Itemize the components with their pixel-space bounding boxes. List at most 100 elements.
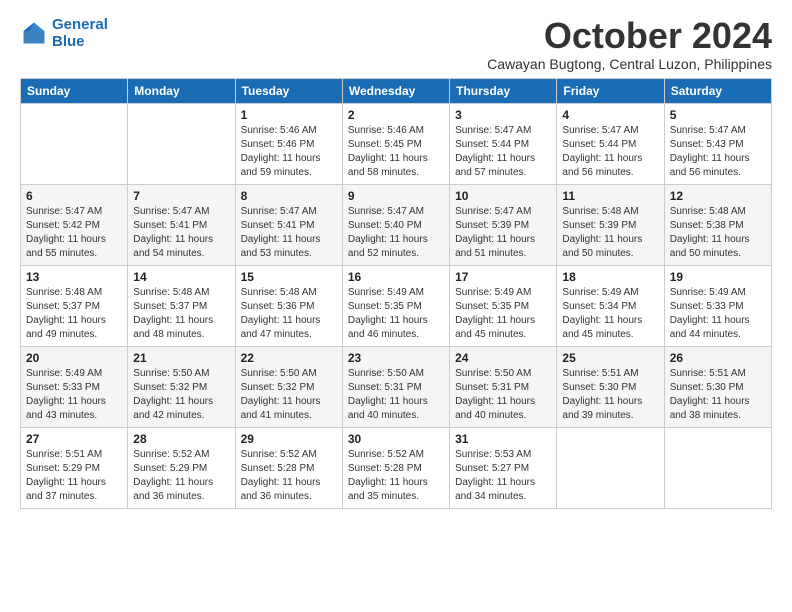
table-row: 19 Sunrise: 5:49 AM Sunset: 5:33 PM Dayli…: [664, 265, 771, 346]
calendar-week-row: 13 Sunrise: 5:48 AM Sunset: 5:37 PM Dayli…: [21, 265, 772, 346]
day-number: 30: [348, 432, 444, 446]
subtitle: Cawayan Bugtong, Central Luzon, Philippi…: [487, 56, 772, 72]
day-info: Sunrise: 5:47 AM Sunset: 5:44 PM Dayligh…: [562, 124, 658, 180]
day-number: 31: [455, 432, 551, 446]
table-row: 1Sunrise: 5:46 AM Sunset: 5:46 PM Daylig…: [235, 103, 342, 184]
table-row: 4 Sunrise: 5:47 AM Sunset: 5:44 PM Daylig…: [557, 103, 664, 184]
day-number: 21: [133, 351, 229, 365]
logo: General Blue: [20, 16, 108, 51]
col-friday: Friday: [557, 78, 664, 103]
day-info: Sunrise: 5:47 AM Sunset: 5:40 PM Dayligh…: [348, 205, 444, 261]
day-number: 11: [562, 189, 658, 203]
calendar-header-row: Sunday Monday Tuesday Wednesday Thursday…: [21, 78, 772, 103]
table-row: 26 Sunrise: 5:51 AM Sunset: 5:30 PM Dayli…: [664, 346, 771, 427]
day-info: Sunrise: 5:49 AM Sunset: 5:35 PM Dayligh…: [348, 286, 444, 342]
table-row: 24Sunrise: 5:50 AM Sunset: 5:31 PM Dayli…: [450, 346, 557, 427]
day-info: Sunrise: 5:49 AM Sunset: 5:33 PM Dayligh…: [670, 286, 766, 342]
table-row: 17 Sunrise: 5:49 AM Sunset: 5:35 PM Dayli…: [450, 265, 557, 346]
day-info: Sunrise: 5:52 AM Sunset: 5:28 PM Dayligh…: [348, 448, 444, 504]
day-info: Sunrise: 5:51 AM Sunset: 5:29 PM Dayligh…: [26, 448, 122, 504]
table-row: 22 Sunrise: 5:50 AM Sunset: 5:32 PM Dayli…: [235, 346, 342, 427]
table-row: 28 Sunrise: 5:52 AM Sunset: 5:29 PM Dayli…: [128, 427, 235, 508]
day-number: 23: [348, 351, 444, 365]
table-row: 31 Sunrise: 5:53 AM Sunset: 5:27 PM Dayli…: [450, 427, 557, 508]
calendar-table: Sunday Monday Tuesday Wednesday Thursday…: [20, 78, 772, 509]
day-number: 28: [133, 432, 229, 446]
calendar-week-row: 27 Sunrise: 5:51 AM Sunset: 5:29 PM Dayli…: [21, 427, 772, 508]
day-number: 9: [348, 189, 444, 203]
day-number: 20: [26, 351, 122, 365]
day-info: Sunrise: 5:47 AM Sunset: 5:39 PM Dayligh…: [455, 205, 551, 261]
month-title: October 2024: [487, 16, 772, 56]
col-thursday: Thursday: [450, 78, 557, 103]
table-row: 16 Sunrise: 5:49 AM Sunset: 5:35 PM Dayli…: [342, 265, 449, 346]
day-info: Sunrise: 5:49 AM Sunset: 5:33 PM Dayligh…: [26, 367, 122, 423]
day-info: Sunrise: 5:49 AM Sunset: 5:35 PM Dayligh…: [455, 286, 551, 342]
day-number: 13: [26, 270, 122, 284]
day-info: Sunrise: 5:46 AM Sunset: 5:45 PM Dayligh…: [348, 124, 444, 180]
day-info: Sunrise: 5:48 AM Sunset: 5:37 PM Dayligh…: [26, 286, 122, 342]
day-number: 15: [241, 270, 337, 284]
table-row: [557, 427, 664, 508]
table-row: 5Sunrise: 5:47 AM Sunset: 5:43 PM Daylig…: [664, 103, 771, 184]
col-wednesday: Wednesday: [342, 78, 449, 103]
table-row: [128, 103, 235, 184]
day-info: Sunrise: 5:53 AM Sunset: 5:27 PM Dayligh…: [455, 448, 551, 504]
day-number: 24: [455, 351, 551, 365]
day-number: 18: [562, 270, 658, 284]
day-info: Sunrise: 5:48 AM Sunset: 5:39 PM Dayligh…: [562, 205, 658, 261]
table-row: 15 Sunrise: 5:48 AM Sunset: 5:36 PM Dayli…: [235, 265, 342, 346]
table-row: 29Sunrise: 5:52 AM Sunset: 5:28 PM Dayli…: [235, 427, 342, 508]
table-row: [664, 427, 771, 508]
day-number: 19: [670, 270, 766, 284]
table-row: 2 Sunrise: 5:46 AM Sunset: 5:45 PM Daylig…: [342, 103, 449, 184]
table-row: 30 Sunrise: 5:52 AM Sunset: 5:28 PM Dayli…: [342, 427, 449, 508]
day-info: Sunrise: 5:50 AM Sunset: 5:32 PM Dayligh…: [241, 367, 337, 423]
table-row: 21 Sunrise: 5:50 AM Sunset: 5:32 PM Dayli…: [128, 346, 235, 427]
table-row: 23 Sunrise: 5:50 AM Sunset: 5:31 PM Dayli…: [342, 346, 449, 427]
day-number: 6: [26, 189, 122, 203]
day-info: Sunrise: 5:48 AM Sunset: 5:38 PM Dayligh…: [670, 205, 766, 261]
day-info: Sunrise: 5:47 AM Sunset: 5:41 PM Dayligh…: [133, 205, 229, 261]
table-row: [21, 103, 128, 184]
day-number: 3: [455, 108, 551, 122]
table-row: 18 Sunrise: 5:49 AM Sunset: 5:34 PM Dayli…: [557, 265, 664, 346]
day-number: 14: [133, 270, 229, 284]
calendar-week-row: 1Sunrise: 5:46 AM Sunset: 5:46 PM Daylig…: [21, 103, 772, 184]
day-info: Sunrise: 5:49 AM Sunset: 5:34 PM Dayligh…: [562, 286, 658, 342]
header: General Blue October 2024 Cawayan Bugton…: [20, 16, 772, 72]
day-number: 16: [348, 270, 444, 284]
table-row: 27 Sunrise: 5:51 AM Sunset: 5:29 PM Dayli…: [21, 427, 128, 508]
day-info: Sunrise: 5:48 AM Sunset: 5:36 PM Dayligh…: [241, 286, 337, 342]
table-row: 10 Sunrise: 5:47 AM Sunset: 5:39 PM Dayli…: [450, 184, 557, 265]
table-row: 14 Sunrise: 5:48 AM Sunset: 5:37 PM Dayli…: [128, 265, 235, 346]
day-info: Sunrise: 5:50 AM Sunset: 5:31 PM Dayligh…: [348, 367, 444, 423]
table-row: 25Sunrise: 5:51 AM Sunset: 5:30 PM Dayli…: [557, 346, 664, 427]
table-row: 3 Sunrise: 5:47 AM Sunset: 5:44 PM Daylig…: [450, 103, 557, 184]
table-row: 11 Sunrise: 5:48 AM Sunset: 5:39 PM Dayli…: [557, 184, 664, 265]
day-number: 17: [455, 270, 551, 284]
day-number: 27: [26, 432, 122, 446]
col-monday: Monday: [128, 78, 235, 103]
table-row: 6Sunrise: 5:47 AM Sunset: 5:42 PM Daylig…: [21, 184, 128, 265]
table-row: 12 Sunrise: 5:48 AM Sunset: 5:38 PM Dayli…: [664, 184, 771, 265]
table-row: 9 Sunrise: 5:47 AM Sunset: 5:40 PM Daylig…: [342, 184, 449, 265]
table-row: 13 Sunrise: 5:48 AM Sunset: 5:37 PM Dayli…: [21, 265, 128, 346]
day-info: Sunrise: 5:50 AM Sunset: 5:32 PM Dayligh…: [133, 367, 229, 423]
day-info: Sunrise: 5:48 AM Sunset: 5:37 PM Dayligh…: [133, 286, 229, 342]
day-number: 26: [670, 351, 766, 365]
day-number: 4: [562, 108, 658, 122]
day-number: 10: [455, 189, 551, 203]
day-info: Sunrise: 5:47 AM Sunset: 5:43 PM Dayligh…: [670, 124, 766, 180]
table-row: 20 Sunrise: 5:49 AM Sunset: 5:33 PM Dayli…: [21, 346, 128, 427]
title-block: October 2024 Cawayan Bugtong, Central Lu…: [487, 16, 772, 72]
logo-icon: [20, 19, 48, 47]
day-info: Sunrise: 5:47 AM Sunset: 5:44 PM Dayligh…: [455, 124, 551, 180]
day-info: Sunrise: 5:52 AM Sunset: 5:29 PM Dayligh…: [133, 448, 229, 504]
day-number: 12: [670, 189, 766, 203]
day-number: 2: [348, 108, 444, 122]
day-info: Sunrise: 5:52 AM Sunset: 5:28 PM Dayligh…: [241, 448, 337, 504]
day-number: 1: [241, 108, 337, 122]
day-number: 22: [241, 351, 337, 365]
day-info: Sunrise: 5:51 AM Sunset: 5:30 PM Dayligh…: [670, 367, 766, 423]
